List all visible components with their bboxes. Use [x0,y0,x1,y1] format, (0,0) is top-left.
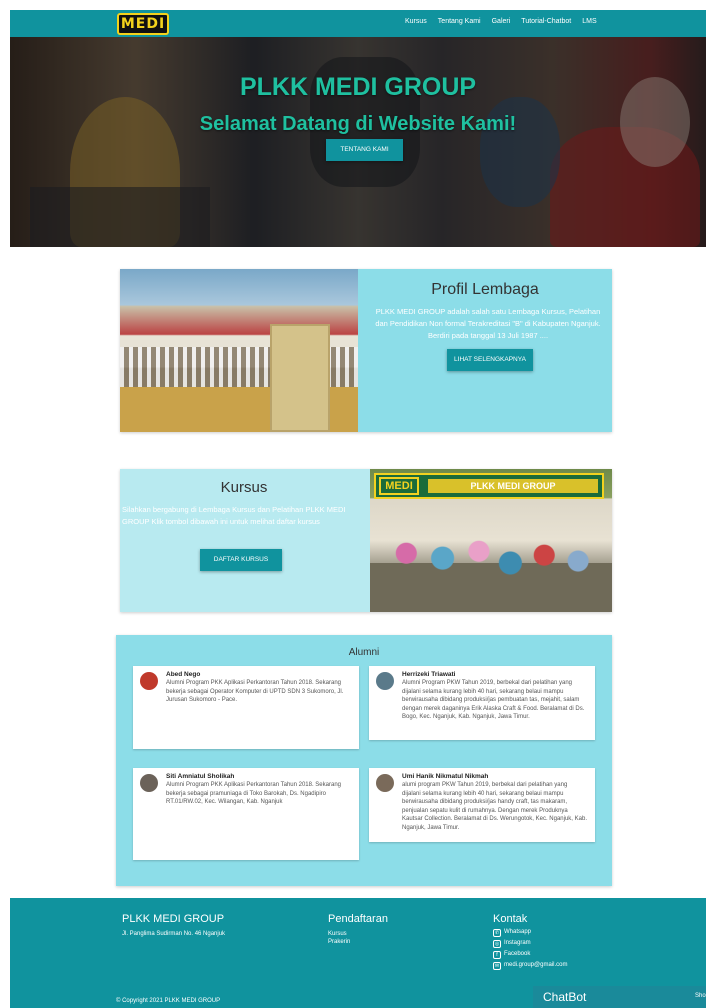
lihat-selengkapnya-button[interactable]: LIHAT SELENGKAPNYA [447,349,533,371]
footer-contact-list: ✆ Whatsapp ◎ Instagram f Facebook ✉ medi.gro… [493,927,567,971]
banner-logo: MEDI [379,477,419,495]
nav-link-tutorial-chatbot[interactable]: Tutorial-Chatbot [521,18,571,25]
alumni-desc: Alumni Program PKW Tahun 2019, berbekal … [402,680,585,721]
mail-icon: ✉ [493,961,501,970]
kursus-card: Kursus Silahkan bergabung di Lembaga Kur… [120,469,612,612]
alumni-card: Siti Amniatul Sholikah Alumni Program PK… [133,768,359,860]
kursus-text: Silahkan bergabung di Lembaga Kursus dan… [122,505,346,526]
alumni-name: Umi Hanik Nikmatul Nikmah [402,773,489,780]
site-logo[interactable]: MEDI [117,13,169,35]
contact-email[interactable]: ✉ medi.group@gmail.com [493,960,567,971]
nav-link-tentang-kami[interactable]: Tentang Kami [438,18,481,25]
nav-link-lms[interactable]: LMS [582,18,596,25]
footer-brand: PLKK MEDI GROUP [122,913,225,925]
footer-kontak-title: Kontak [493,913,528,925]
footer-copyright: © Copyright 2021 PLKK MEDI GROUP [116,998,221,1004]
chatbot-title: ChatBot [543,990,587,1004]
alumni-card: Umi Hanik Nikmatul Nikmah alumi program … [369,768,595,842]
alumni-desc: Alumni Program PKK Aplikasi Perkantoran … [166,782,341,806]
hero-subtitle: Selamat Datang di Website Kami! [199,113,517,135]
avatar [140,672,158,690]
logo-text: MEDI [120,16,166,32]
chatbot-widget[interactable]: ChatBot Sho [533,986,706,1008]
nav-link-galeri[interactable]: Galeri [492,18,511,25]
alumni-name: Herrizeki Triawati [402,671,456,678]
contact-facebook[interactable]: f Facebook [493,949,567,960]
alumni-section: Alumni Abed Nego Alumni Program PKK Apli… [116,635,612,886]
navbar: MEDI Kursus Tentang Kami Galeri Tutorial… [10,10,706,37]
hero-title: PLKK MEDI GROUP [239,73,477,101]
contact-whatsapp[interactable]: ✆ Whatsapp [493,927,567,938]
alumni-name: Abed Nego [166,671,201,678]
profil-title: Profil Lembaga [431,281,539,298]
alumni-card: Herrizeki Triawati Alumni Program PKW Ta… [369,666,595,740]
facebook-icon: f [493,950,501,959]
avatar [376,672,394,690]
contact-facebook-label: Facebook [504,951,531,957]
avatar [140,774,158,792]
chatbot-show-toggle[interactable]: Sho [695,993,706,999]
contact-email-label: medi.group@gmail.com [504,962,568,968]
hero-section: PLKK MEDI GROUP Selamat Datang di Websit… [10,37,706,247]
alumni-title: Alumni [348,647,380,658]
avatar [376,774,394,792]
footer-pendaftaran-title: Pendaftaran [328,913,388,925]
footer: PLKK MEDI GROUP Jl. Panglima Sudirman No… [10,898,706,1008]
footer-link-prakerin[interactable]: Prakerin [328,939,350,945]
group-photo: MEDI PLKK MEDI GROUP [370,469,612,612]
footer-address: Jl. Panglima Sudirman No. 46 Nganjuk [122,931,226,937]
whatsapp-icon: ✆ [493,928,501,937]
contact-whatsapp-label: Whatsapp [504,929,532,935]
building-photo [120,269,358,432]
alumni-card: Abed Nego Alumni Program PKK Aplikasi Pe… [133,666,359,749]
photo-people [370,514,612,612]
banner-text: PLKK MEDI GROUP [428,479,598,493]
nav-links: Kursus Tentang Kami Galeri Tutorial-Chat… [405,18,597,25]
contact-instagram-label: Instagram [504,940,531,946]
contact-instagram[interactable]: ◎ Instagram [493,938,567,949]
footer-link-kursus[interactable]: Kursus [328,931,347,937]
kursus-title: Kursus [220,479,268,496]
alumni-desc: Alumni Program PKK Aplikasi Perkantoran … [166,680,344,704]
photo-gate [270,324,330,432]
profil-card: Profil Lembaga PLKK MEDI GROUP adalah sa… [120,269,612,432]
photo-banner: MEDI PLKK MEDI GROUP [374,473,604,499]
alumni-name: Siti Amniatul Sholikah [166,773,235,780]
instagram-icon: ◎ [493,939,501,948]
nav-link-kursus[interactable]: Kursus [405,18,427,25]
daftar-kursus-button[interactable]: DAFTAR KURSUS [200,549,282,571]
tentang-kami-button[interactable]: TENTANG KAMI [326,139,403,161]
profil-text: PLKK MEDI GROUP adalah salah satu Lembag… [375,307,601,340]
alumni-desc: alumi program PKW Tahun 2019, berbekal d… [402,782,587,831]
